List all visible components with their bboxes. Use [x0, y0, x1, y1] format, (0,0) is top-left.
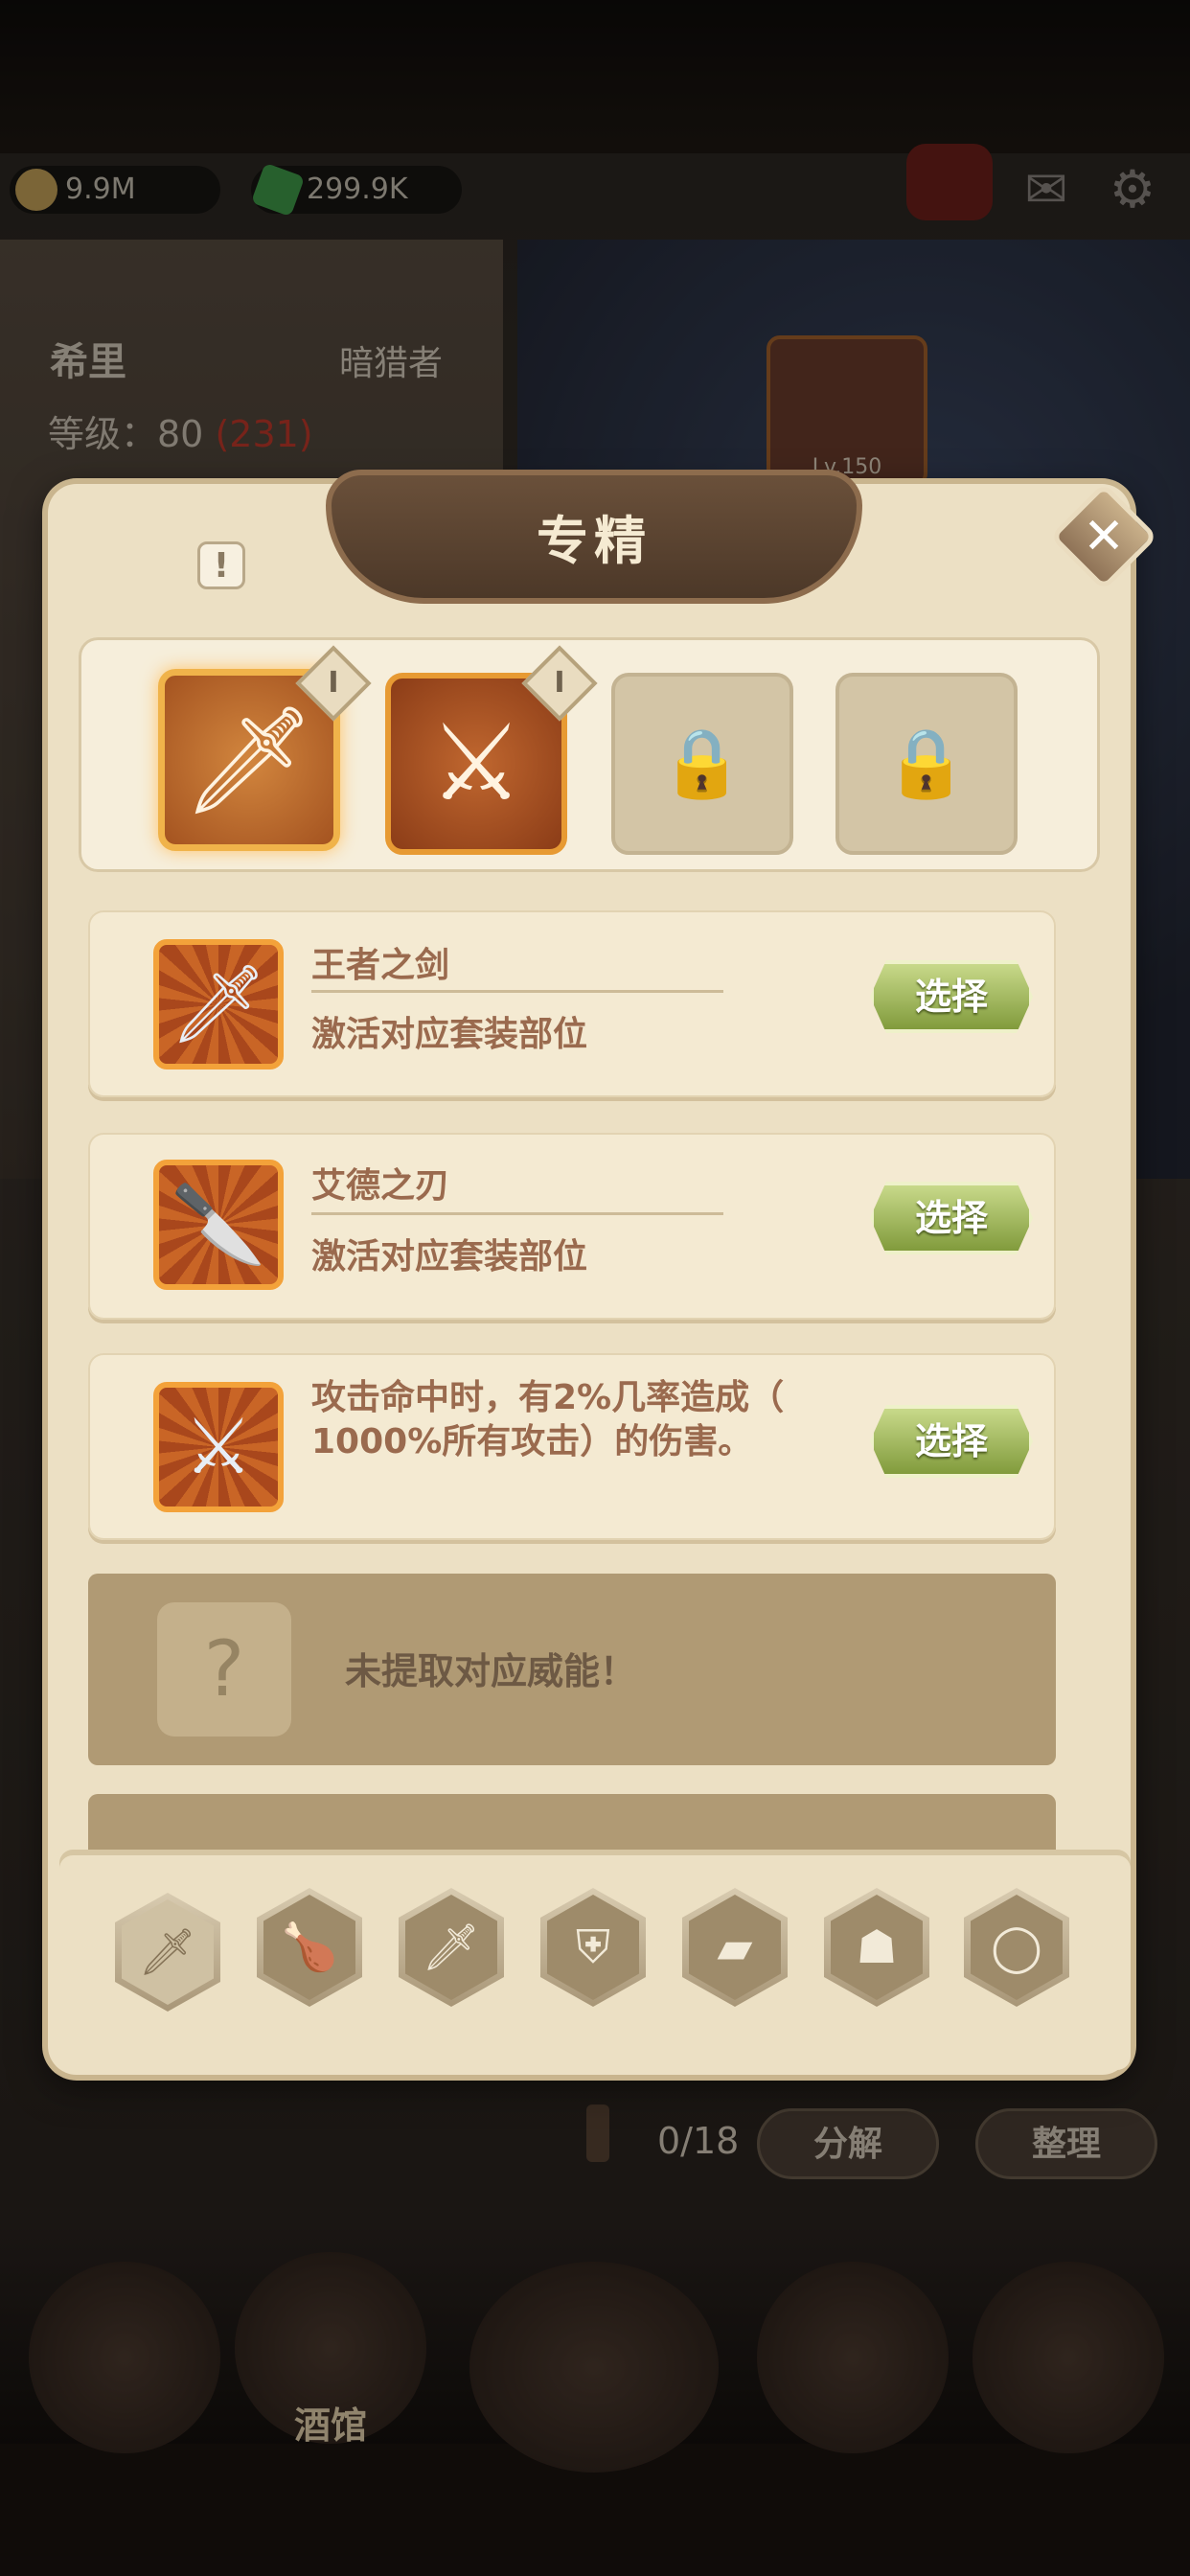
info-icon[interactable]: ! — [197, 541, 245, 589]
option-desc: 激活对应套装部位 — [311, 1237, 588, 1276]
drumstick-icon: 🍗 — [263, 1895, 355, 2000]
slot-3[interactable]: 🔒 — [611, 673, 793, 855]
modal-title: 专精 — [537, 511, 652, 571]
armor-icon: ☗ — [831, 1895, 923, 2000]
empty-option-text: 未提取对应威能！ — [345, 1650, 637, 1692]
lock-icon: 🔒 — [884, 724, 969, 802]
select-button[interactable]: 选择 — [870, 1182, 1033, 1254]
option-icon-frame: 🗡 — [153, 939, 284, 1070]
option-icon-frame: 🔪 — [153, 1160, 284, 1290]
select-button[interactable]: 选择 — [870, 1405, 1033, 1478]
question-mark-icon: ? — [157, 1602, 291, 1736]
dagger-icon: 🔪 — [171, 1180, 266, 1269]
option-desc: 激活对应套装部位 — [311, 1015, 588, 1054]
divider — [311, 990, 723, 993]
sword-icon: 🗡 — [170, 959, 267, 1048]
slot-4[interactable]: 🔒 — [835, 673, 1018, 855]
select-button[interactable]: 选择 — [870, 960, 1033, 1033]
divider — [311, 1212, 723, 1215]
option-effect-text: 攻击命中时，有2%几率造成（ 1000%所有攻击）的伤害。 — [311, 1376, 848, 1464]
slot-2-badge-icon: Ⅰ — [554, 666, 565, 700]
option-effect-line-1: 攻击命中时，有2%几率造成（ — [311, 1378, 785, 1417]
slot-1-badge-icon: Ⅰ — [328, 666, 339, 700]
option-title: 艾德之刃 — [311, 1166, 450, 1206]
book-icon: ▰ — [689, 1895, 781, 2000]
ring-icon: ◯ — [971, 1895, 1063, 2000]
option-icon-frame: ⚔ — [153, 1382, 284, 1512]
partial-option-card — [88, 1794, 1056, 1852]
option-effect-line-2: 1000%所有攻击）的伤害。 — [311, 1422, 753, 1461]
close-icon[interactable]: ✕ — [1065, 498, 1142, 575]
shield-icon: ⛨ — [547, 1895, 639, 2000]
spiral-blade-icon: ⚔ — [184, 1402, 253, 1491]
weapon-icon: 🗡 — [122, 1899, 214, 2005]
sword-icon: 🗡 — [405, 1895, 497, 2000]
lock-icon: 🔒 — [660, 724, 744, 802]
option-title: 王者之剑 — [311, 946, 450, 985]
